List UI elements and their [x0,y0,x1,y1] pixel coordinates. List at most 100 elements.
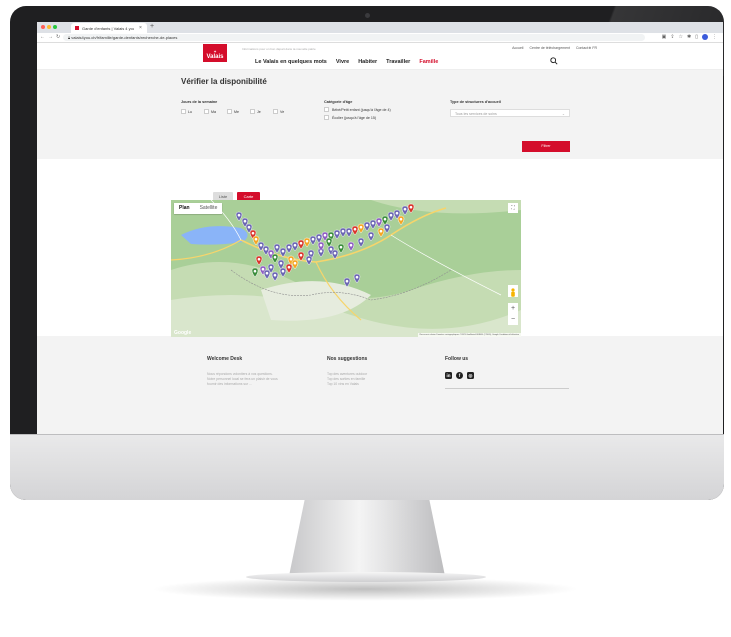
childcare-location-pin-icon[interactable] [291,259,299,270]
childcare-location-pin-icon[interactable] [263,269,271,280]
childcare-location-pin-icon[interactable] [343,277,351,288]
checkbox[interactable] [181,109,186,114]
nav-item-vivre[interactable]: Vivre [336,59,349,65]
maximize-window-button[interactable] [53,25,57,29]
childcare-location-pin-icon[interactable] [303,237,311,248]
browser-tab[interactable]: Garde d'enfants | Valais 4 you × [71,23,147,33]
childcare-map[interactable]: Plan Satellite ⛶ + − Google Raccourcis c… [171,200,521,337]
childcare-location-pin-icon[interactable] [279,247,287,258]
childcare-location-pin-icon[interactable] [277,259,285,270]
childcare-location-pin-icon[interactable] [387,211,395,222]
childcare-location-pin-icon[interactable] [345,227,353,238]
checkbox[interactable] [227,109,232,114]
childcare-location-pin-icon[interactable] [375,217,383,228]
extension-icon[interactable]: ▣ [662,34,667,40]
forward-icon[interactable]: → [48,34,53,40]
childcare-location-pin-icon[interactable] [325,237,333,248]
childcare-location-pin-icon[interactable] [337,243,345,254]
childcare-location-pin-icon[interactable] [351,225,359,236]
childcare-location-pin-icon[interactable] [251,267,259,278]
checkbox[interactable] [324,115,329,120]
childcare-location-pin-icon[interactable] [271,253,279,264]
fullscreen-icon[interactable]: ⛶ [508,203,518,213]
nav-item-valais[interactable]: Le Valais en quelques mots [255,59,327,65]
day-checkbox-ve[interactable]: Ve [273,109,292,114]
childcare-location-pin-icon[interactable] [291,241,299,252]
filter-button[interactable]: Filtrer [522,141,570,152]
childcare-location-pin-icon[interactable] [339,227,347,238]
reload-icon[interactable]: ↻ [56,34,60,40]
category-checkbox-baby[interactable]: Bébé/Petit enfant (jusqu'à l'âge de 4) [324,107,391,112]
childcare-location-pin-icon[interactable] [367,231,375,242]
search-icon[interactable] [550,57,558,65]
instagram-icon[interactable]: ◎ [467,372,474,379]
sidebar-icon[interactable]: ▯ [695,34,698,40]
share-icon[interactable]: ⇪ [670,34,674,40]
childcare-location-pin-icon[interactable] [305,255,313,266]
zoom-out-button[interactable]: − [511,314,515,325]
childcare-location-pin-icon[interactable] [353,273,361,284]
nav-item-famille[interactable]: Famille [419,59,438,65]
facebook-icon[interactable]: f [456,372,463,379]
nav-item-habiter[interactable]: Habiter [358,59,377,65]
childcare-location-pin-icon[interactable] [377,227,385,238]
childcare-location-pin-icon[interactable] [331,249,339,260]
back-icon[interactable]: ← [40,34,45,40]
language-switch[interactable]: ⊕ FR [588,46,597,50]
checkbox[interactable] [273,109,278,114]
close-tab-icon[interactable]: × [139,25,142,31]
childcare-location-pin-icon[interactable] [255,255,263,266]
day-checkbox-ma[interactable]: Ma [204,109,223,114]
childcare-location-pin-icon[interactable] [383,223,391,234]
childcare-location-pin-icon[interactable] [333,229,341,240]
top-link-contact[interactable]: Contact [576,46,588,50]
address-bar[interactable]: 🔒︎ valais4you.ch/fr/famille/garde-denfan… [63,34,645,41]
childcare-location-pin-icon[interactable] [397,215,405,226]
childcare-location-pin-icon[interactable] [235,211,243,222]
profile-avatar[interactable] [702,34,708,40]
footer-suggestion-link[interactable]: Top 10 vins en Valais [327,382,367,387]
valais-logo[interactable]: ✦ Valais [203,44,227,62]
childcare-location-pin-icon[interactable] [401,205,409,216]
childcare-location-pin-icon[interactable] [297,239,305,250]
bookmark-star-icon[interactable]: ☆ [679,34,683,40]
childcare-location-pin-icon[interactable] [285,263,293,274]
footer-follow-title: Follow us [445,356,469,362]
childcare-location-pin-icon[interactable] [315,233,323,244]
childcare-location-pin-icon[interactable] [357,223,365,234]
map-tab-plan[interactable]: Plan [174,203,195,214]
puzzle-icon[interactable]: ✱ [687,34,691,40]
childcare-location-pin-icon[interactable] [273,243,281,254]
childcare-location-pin-icon[interactable] [285,243,293,254]
day-checkbox-me[interactable]: Me [227,109,246,114]
new-tab-icon[interactable]: + [150,23,154,30]
childcare-location-pin-icon[interactable] [363,221,371,232]
checkbox[interactable] [250,109,255,114]
day-checkbox-je[interactable]: Je [250,109,269,114]
childcare-location-pin-icon[interactable] [279,267,287,278]
childcare-location-pin-icon[interactable] [271,271,279,282]
day-checkbox-lu[interactable]: Lu [181,109,200,114]
structures-select[interactable]: Tous les services de soins ⌄ [450,109,570,117]
extension-icons: ▣ ⇪ ☆ ✱ ▯ ⋮ [662,34,717,40]
childcare-location-pin-icon[interactable] [309,235,317,246]
zoom-in-button[interactable]: + [511,303,515,314]
childcare-location-pin-icon[interactable] [369,219,377,230]
minimize-window-button[interactable] [47,25,51,29]
checkbox[interactable] [204,109,209,114]
nav-item-travailler[interactable]: Travailler [386,59,410,65]
close-window-button[interactable] [41,25,45,29]
street-view-pegman-icon[interactable] [508,285,518,297]
childcare-location-pin-icon[interactable] [407,203,415,214]
childcare-location-pin-icon[interactable] [297,251,305,262]
childcare-location-pin-icon[interactable] [347,241,355,252]
checkbox[interactable] [324,107,329,112]
map-tab-satellite[interactable]: Satellite [195,203,223,214]
menu-kebab-icon[interactable]: ⋮ [712,34,717,40]
top-link-downloads[interactable]: Centre de téléchargement [529,46,569,50]
linkedin-icon[interactable]: in [445,372,452,379]
childcare-location-pin-icon[interactable] [381,215,389,226]
top-link-accueil[interactable]: Accueil [512,46,523,50]
category-checkbox-school[interactable]: Écolier (jusqu'à l'âge de 15) [324,115,376,120]
childcare-location-pin-icon[interactable] [357,237,365,248]
